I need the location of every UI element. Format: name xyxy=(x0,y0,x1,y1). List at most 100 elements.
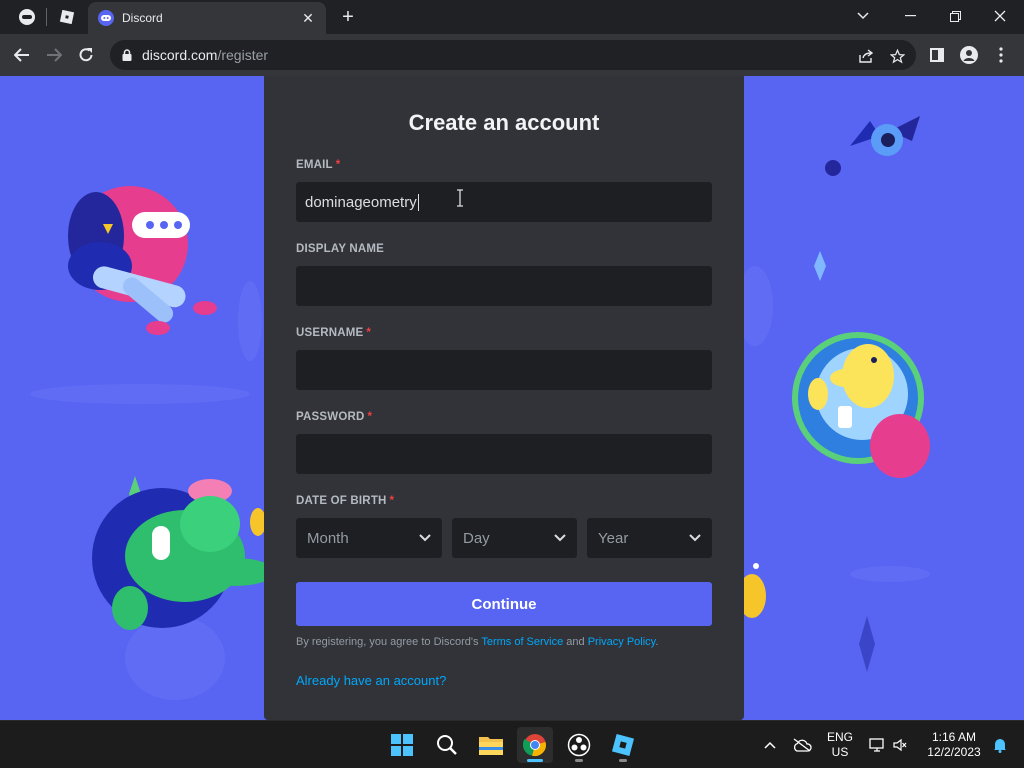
chevron-down-icon xyxy=(554,534,566,542)
obs-taskbar-button[interactable] xyxy=(561,727,597,763)
text-caret xyxy=(417,193,419,211)
gamepad-icon xyxy=(19,9,35,25)
show-hidden-icons-button[interactable] xyxy=(758,721,782,768)
clock-time: 1:16 AM xyxy=(931,730,977,744)
password-field[interactable] xyxy=(296,434,712,474)
pinned-tab-gamepad[interactable] xyxy=(10,4,44,30)
month-select[interactable]: Month xyxy=(296,518,442,558)
share-icon[interactable] xyxy=(857,47,875,65)
forward-arrow-icon xyxy=(47,48,62,62)
close-icon xyxy=(994,10,1006,22)
reload-icon xyxy=(79,48,93,62)
new-tab-button[interactable]: + xyxy=(336,6,360,28)
address-bar[interactable]: discord.com/register xyxy=(110,40,916,70)
profile-icon[interactable] xyxy=(956,42,982,68)
bookmark-star-icon[interactable] xyxy=(888,47,906,65)
required-marker: * xyxy=(335,159,341,171)
roblox-icon xyxy=(59,9,75,25)
forward-button[interactable] xyxy=(40,42,68,68)
register-card: Create an account EMAIL * dominageometry … xyxy=(264,76,744,720)
windows-taskbar: ENG US 1:16 AM 12/2/2023 xyxy=(0,720,1024,768)
running-app-indicator xyxy=(619,759,627,762)
dob-label: DATE OF BIRTH * xyxy=(296,495,395,507)
lock-icon xyxy=(122,49,132,61)
username-field[interactable] xyxy=(296,350,712,390)
chevron-down-icon xyxy=(419,534,431,542)
running-app-indicator xyxy=(575,759,583,762)
pinned-tab-roblox[interactable] xyxy=(50,4,84,30)
discord-register-page: Create an account EMAIL * dominageometry … xyxy=(0,76,1024,720)
obs-icon xyxy=(567,733,591,757)
onedrive-button[interactable] xyxy=(788,721,816,768)
small-creature-illustration xyxy=(738,563,875,672)
email-value: dominageometry xyxy=(305,193,417,211)
password-label: PASSWORD * xyxy=(296,411,373,423)
network-icon xyxy=(869,738,884,752)
ibeam-cursor-icon xyxy=(457,189,463,207)
day-placeholder: Day xyxy=(463,529,490,547)
required-marker: * xyxy=(366,327,372,339)
display-name-field[interactable] xyxy=(296,266,712,306)
volume-muted-icon xyxy=(893,738,907,752)
chrome-menu-icon[interactable] xyxy=(988,42,1014,68)
required-marker: * xyxy=(367,411,373,423)
privacy-policy-link[interactable]: Privacy Policy xyxy=(588,636,656,648)
network-volume-button[interactable] xyxy=(864,721,912,768)
active-app-indicator xyxy=(527,759,543,762)
restore-button[interactable] xyxy=(933,4,977,28)
month-placeholder: Month xyxy=(307,529,349,547)
chrome-icon xyxy=(523,734,546,756)
hooded-character-illustration xyxy=(68,186,217,335)
bell-icon xyxy=(994,739,1006,753)
url-path: /register xyxy=(217,47,269,63)
close-window-button[interactable] xyxy=(978,4,1022,28)
legal-text: By registering, you agree to Discord's T… xyxy=(296,636,659,648)
login-link[interactable]: Already have an account? xyxy=(296,673,446,688)
region-code: US xyxy=(831,745,849,759)
tab-separator xyxy=(46,8,47,26)
reload-button[interactable] xyxy=(72,42,100,68)
tab-search-chevron-icon[interactable] xyxy=(841,4,885,28)
clock[interactable]: 1:16 AM 12/2/2023 xyxy=(920,721,988,768)
year-placeholder: Year xyxy=(598,529,629,547)
back-arrow-icon xyxy=(14,48,29,62)
taskbar-search-button[interactable] xyxy=(429,727,465,763)
email-label: EMAIL * xyxy=(296,159,341,171)
file-explorer-button[interactable] xyxy=(473,727,509,763)
roblox-studio-icon xyxy=(611,733,635,757)
clock-date: 12/2/2023 xyxy=(927,745,981,759)
email-field[interactable]: dominageometry xyxy=(296,182,712,222)
back-button[interactable] xyxy=(8,42,36,68)
duck-character-illustration xyxy=(792,332,930,478)
start-button[interactable] xyxy=(384,727,420,763)
page-title: Create an account xyxy=(408,110,600,135)
language-indicator[interactable]: ENG US xyxy=(822,721,858,768)
year-select[interactable]: Year xyxy=(587,518,712,558)
discord-favicon-icon xyxy=(98,10,114,26)
chrome-taskbar-button[interactable] xyxy=(517,727,553,763)
terms-of-service-link[interactable]: Terms of Service xyxy=(481,636,563,648)
tab-title: Discord xyxy=(122,11,163,25)
tab-discord[interactable]: Discord ✕ xyxy=(88,2,326,34)
language-code: ENG xyxy=(826,730,853,744)
tab-strip: Discord ✕ + xyxy=(0,0,1024,34)
display-name-label: DISPLAY NAME xyxy=(296,243,385,255)
folder-icon xyxy=(479,737,503,755)
continue-button[interactable]: Continue xyxy=(296,582,712,626)
required-marker: * xyxy=(389,495,395,507)
chevron-down-icon xyxy=(689,534,701,542)
tab-close-icon[interactable]: ✕ xyxy=(300,10,316,27)
cloud-offline-icon xyxy=(793,738,812,752)
minimize-icon xyxy=(904,15,916,17)
minimize-button[interactable] xyxy=(888,4,932,28)
search-icon xyxy=(437,735,457,755)
url-host: discord.com xyxy=(142,47,218,63)
roblox-studio-taskbar-button[interactable] xyxy=(605,727,641,763)
side-panel-icon[interactable] xyxy=(924,42,950,68)
username-label: USERNAME * xyxy=(296,327,372,339)
restore-icon xyxy=(949,10,961,22)
chevron-up-icon xyxy=(764,741,776,749)
day-select[interactable]: Day xyxy=(452,518,577,558)
notifications-button[interactable] xyxy=(988,721,1012,768)
dinosaur-character-illustration xyxy=(92,476,275,630)
